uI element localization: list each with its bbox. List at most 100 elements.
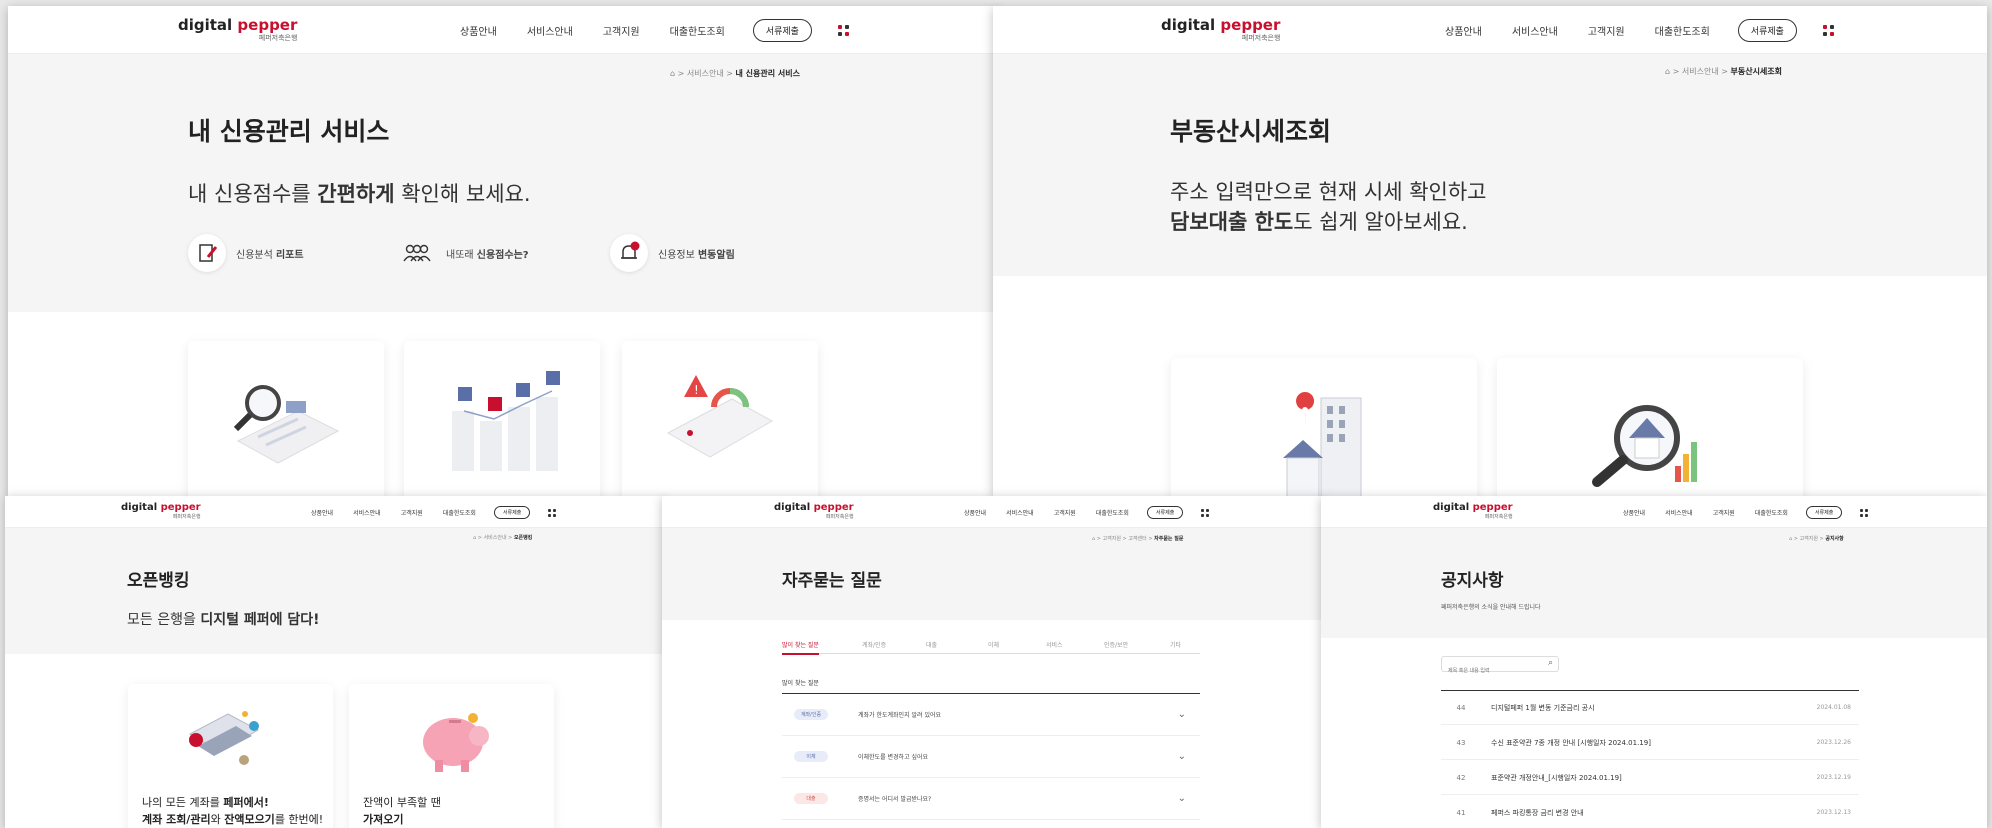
chevron-down-icon[interactable]: ⌄ <box>1178 793 1186 804</box>
tab-etc[interactable]: 기타 <box>1170 640 1181 649</box>
peer-score-card[interactable] <box>404 341 600 496</box>
faq-row[interactable]: 이체 이체한도를 변경하고 싶어요 ⌄ <box>782 736 1200 778</box>
nav-support[interactable]: 고객지원 <box>401 508 423 517</box>
breadcrumb-section[interactable]: 서비스안내 <box>1682 67 1719 76</box>
logo-subtext: 페퍼저축은행 <box>825 514 854 520</box>
house-magnifier-illustration <box>1592 405 1697 487</box>
nav-services[interactable]: 서비스안내 <box>1512 23 1558 38</box>
home-icon[interactable]: ⌂ <box>1789 536 1792 542</box>
feature-change-alert[interactable]: 신용정보 변동알림 <box>610 234 735 272</box>
menu-grid-icon[interactable] <box>837 25 849 36</box>
faq-row[interactable]: 계좌/인증 계좌가 한도계좌인지 알려 있어요 ⌄ <box>782 694 1200 736</box>
card-caption-line2: 계좌 조회/관리와 잔액모으기를 한번에! <box>142 811 323 828</box>
breadcrumb-section-2[interactable]: 고객센터 <box>1128 536 1146 542</box>
notice-title[interactable]: 디지털페퍼 1월 변동 기준금리 공시 <box>1491 703 1817 713</box>
account-management-card[interactable]: 나의 모든 계좌를 페퍼에서! 계좌 조회/관리와 잔액모으기를 한번에! <box>128 684 333 828</box>
notice-row[interactable]: 41 페퍼스 파킹통장 금리 변경 안내 2023.12.13 <box>1441 796 1859 828</box>
tab-popular[interactable]: 많이 찾는 질문 <box>782 640 819 655</box>
credit-report-card[interactable] <box>188 341 384 496</box>
nav-services[interactable]: 서비스안내 <box>1665 508 1693 517</box>
home-icon[interactable]: ⌂ <box>1665 67 1670 76</box>
nav-loan-limit[interactable]: 대출한도조회 <box>1755 508 1788 517</box>
notice-row[interactable]: 44 디지털페퍼 1월 변동 기준금리 공시 2024.01.08 <box>1441 691 1859 725</box>
nav-products[interactable]: 상품안내 <box>964 508 986 517</box>
menu-grid-icon[interactable] <box>1201 508 1210 517</box>
menu-grid-icon[interactable] <box>1860 508 1869 517</box>
home-icon[interactable]: ⌂ <box>1092 536 1095 542</box>
building-pin-illustration <box>1283 392 1362 496</box>
nav-loan-limit[interactable]: 대출한도조회 <box>443 508 476 517</box>
open-banking-panel: digital pepper 페퍼저축은행 상품안내 서비스안내 고객지원 대출… <box>5 496 665 828</box>
nav-products[interactable]: 상품안내 <box>460 23 497 38</box>
hero-section <box>1321 528 1987 638</box>
main-nav: 상품안내 서비스안내 고객지원 대출한도조회 서류제출 <box>311 506 557 519</box>
search-icon[interactable]: ⌕ <box>1548 658 1553 668</box>
caption-emphasis: 페퍼에서! <box>223 796 269 809</box>
notice-row[interactable]: 42 표준약관 개정안내_[시행일자 2024.01.19] 2023.12.1… <box>1441 761 1859 795</box>
menu-grid-icon[interactable] <box>548 508 557 517</box>
breadcrumb-section[interactable]: 서비스안내 <box>687 69 724 78</box>
tab-transfer[interactable]: 이체 <box>988 640 999 649</box>
faq-list-header: 많이 찾는 질문 <box>782 680 819 687</box>
submit-documents-button[interactable]: 서류제출 <box>1805 506 1843 519</box>
faq-panel: digital pepper 페퍼저축은행 상품안내 서비스안내 고객지원 대출… <box>662 496 1324 828</box>
nav-loan-limit[interactable]: 대출한도조회 <box>1655 23 1710 38</box>
tab-account[interactable]: 계좌/인증 <box>862 640 886 649</box>
faq-question: 이체한도를 변경하고 싶어요 <box>858 754 929 761</box>
nav-services[interactable]: 서비스안내 <box>353 508 381 517</box>
caption-text: 를 한번에! <box>274 813 324 826</box>
nav-loan-limit[interactable]: 대출한도조회 <box>1096 508 1129 517</box>
change-alert-card[interactable]: ! <box>622 341 818 496</box>
breadcrumb-section[interactable]: 고객지원 <box>1103 536 1121 542</box>
nav-loan-limit[interactable]: 대출한도조회 <box>670 23 725 38</box>
breadcrumb-current: 자주묻는 질문 <box>1154 536 1184 542</box>
breadcrumb-current: 공지사항 <box>1825 536 1844 542</box>
search-input[interactable] <box>1442 664 1538 678</box>
nav-services[interactable]: 서비스안내 <box>1006 508 1034 517</box>
breadcrumb-section[interactable]: 고객지원 <box>1800 536 1818 542</box>
notice-number: 44 <box>1456 703 1466 712</box>
logo[interactable]: digital pepper 페퍼저축은행 <box>121 503 201 520</box>
nav-products[interactable]: 상품안내 <box>1445 23 1482 38</box>
breadcrumb-section[interactable]: 서비스안내 <box>484 535 507 541</box>
logo[interactable]: digital pepper 페퍼저축은행 <box>774 503 854 520</box>
logo[interactable]: digital pepper 페퍼저축은행 <box>1433 503 1513 520</box>
notice-title[interactable]: 수신 표준약관 7종 개정 안내 [시행일자 2024.01.19] <box>1491 738 1817 748</box>
nav-products[interactable]: 상품안내 <box>311 508 333 517</box>
tab-security[interactable]: 인증/보안 <box>1104 640 1128 649</box>
logo[interactable]: digital pepper 페퍼저축은행 <box>178 18 297 42</box>
submit-documents-button[interactable]: 서류제출 <box>1737 19 1797 42</box>
menu-grid-icon[interactable] <box>1822 25 1834 36</box>
home-icon[interactable]: ⌂ <box>473 535 476 541</box>
submit-documents-button[interactable]: 서류제출 <box>1146 506 1184 519</box>
nav-support[interactable]: 고객지원 <box>1713 508 1735 517</box>
feature-credit-report[interactable]: 신용분석 리포트 <box>188 234 304 272</box>
tab-service[interactable]: 서비스 <box>1046 640 1063 649</box>
tab-loan[interactable]: 대출 <box>926 640 937 649</box>
nav-support[interactable]: 고객지원 <box>1588 23 1625 38</box>
notice-row[interactable]: 43 수신 표준약관 7종 개정 안내 [시행일자 2024.01.19] 20… <box>1441 726 1859 760</box>
page-title: 내 신용관리 서비스 <box>188 117 390 146</box>
nav-support[interactable]: 고객지원 <box>603 23 640 38</box>
logo[interactable]: digital pepper 페퍼저축은행 <box>1161 18 1280 42</box>
nav-support[interactable]: 고객지원 <box>1054 508 1076 517</box>
logo-subtext: 페퍼저축은행 <box>1484 514 1513 520</box>
chevron-down-icon[interactable]: ⌄ <box>1178 709 1186 720</box>
submit-documents-button[interactable]: 서류제출 <box>752 19 812 42</box>
page-subtitle: 페퍼저축은행의 소식을 안내해 드립니다 <box>1441 604 1541 611</box>
submit-documents-button[interactable]: 서류제출 <box>493 506 531 519</box>
notice-title[interactable]: 페퍼스 파킹통장 금리 변경 안내 <box>1491 808 1817 818</box>
chevron-down-icon[interactable]: ⌄ <box>1178 751 1186 762</box>
bell-icon <box>610 234 648 272</box>
loan-limit-card[interactable] <box>1497 358 1803 496</box>
price-lookup-card[interactable] <box>1171 358 1477 496</box>
home-icon[interactable]: ⌂ <box>670 69 675 78</box>
notice-title[interactable]: 표준약관 개정안내_[시행일자 2024.01.19] <box>1491 773 1817 783</box>
nav-services[interactable]: 서비스안내 <box>527 23 573 38</box>
logo-text-pepper: pepper <box>160 502 201 513</box>
nav-products[interactable]: 상품안내 <box>1623 508 1645 517</box>
card-caption: 나의 모든 계좌를 페퍼에서! 계좌 조회/관리와 잔액모으기를 한번에! <box>142 794 323 828</box>
feature-peer-score[interactable]: 내또래 신용점수는? <box>398 234 529 272</box>
faq-row[interactable]: 대출 증명서는 어디서 발급받나요? ⌄ <box>782 778 1200 820</box>
bring-balance-card[interactable]: 잔액이 부족할 땐 가져오기 <box>349 684 554 828</box>
